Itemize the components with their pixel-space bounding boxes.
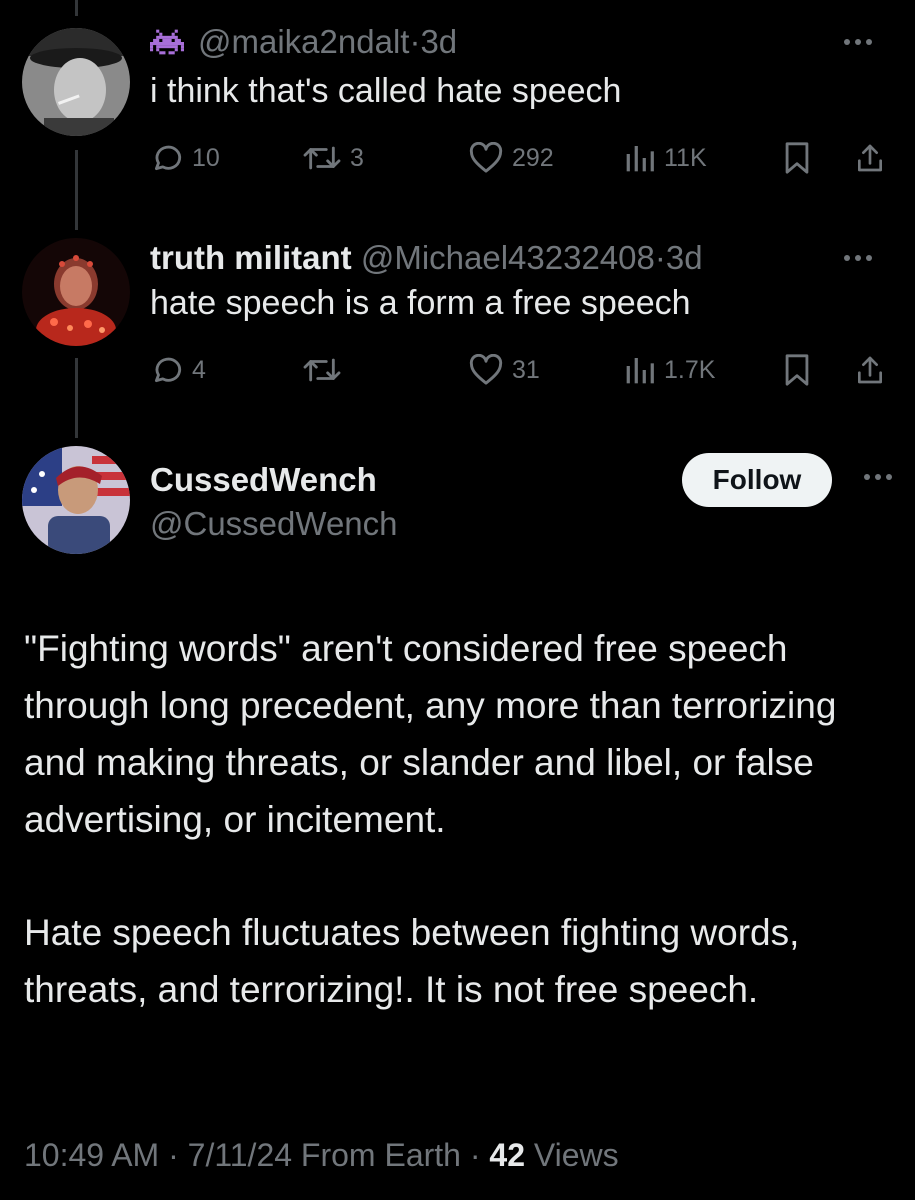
share-icon bbox=[858, 144, 882, 172]
reply-post-1[interactable]: @maika2ndalt·3d i think that's called ha… bbox=[150, 22, 895, 112]
reply-1-handle[interactable]: @maika2ndalt bbox=[198, 23, 409, 60]
separator: · bbox=[168, 1137, 179, 1173]
more-options-button[interactable] bbox=[863, 462, 893, 497]
bookmark-button[interactable] bbox=[782, 350, 812, 390]
reply-button[interactable]: 4 bbox=[150, 350, 206, 390]
like-count: 292 bbox=[512, 143, 554, 172]
follow-button[interactable]: Follow bbox=[682, 453, 832, 507]
more-options-button[interactable] bbox=[843, 22, 873, 62]
reply-button[interactable]: 10 bbox=[150, 138, 220, 178]
views-count: 1.7K bbox=[664, 355, 716, 384]
avatar-truth-militant[interactable] bbox=[22, 238, 130, 346]
reply-count: 10 bbox=[192, 143, 220, 172]
views-count: 11K bbox=[664, 143, 707, 172]
post-time[interactable]: 10:49 AM bbox=[24, 1137, 159, 1173]
more-dots-icon bbox=[864, 474, 892, 480]
bookmark-icon bbox=[785, 142, 809, 174]
share-icon bbox=[858, 356, 882, 384]
views-button[interactable]: 11K bbox=[624, 138, 707, 178]
repost-arrows-icon bbox=[303, 146, 341, 170]
reply-2-handle[interactable]: @Michael43232408 bbox=[361, 239, 655, 276]
like-button[interactable]: 31 bbox=[468, 350, 540, 390]
reply-1-time[interactable]: 3d bbox=[420, 23, 457, 60]
bar-chart-icon bbox=[626, 146, 654, 172]
like-count: 31 bbox=[512, 355, 540, 384]
reply-2-actions: 4 31 1.7K bbox=[150, 350, 895, 390]
more-dots-icon bbox=[844, 39, 872, 45]
more-dots-icon bbox=[844, 255, 872, 261]
alien-emoji-icon bbox=[150, 26, 184, 66]
repost-arrows-icon bbox=[303, 358, 341, 382]
reply-post-2[interactable]: truth militant @Michael43232408·3d hate … bbox=[150, 238, 895, 324]
post-source: From Earth bbox=[300, 1137, 461, 1173]
reply-1-text: i think that's called hate speech bbox=[150, 72, 622, 110]
like-button[interactable]: 292 bbox=[468, 138, 554, 178]
share-button[interactable] bbox=[854, 350, 886, 390]
post-views-label[interactable]: Views bbox=[534, 1137, 619, 1173]
bookmark-icon bbox=[785, 354, 809, 386]
post-views-count[interactable]: 42 bbox=[489, 1137, 525, 1173]
main-post-handle[interactable]: @CussedWench bbox=[150, 502, 398, 546]
separator: · bbox=[469, 1137, 481, 1173]
reply-2-text: hate speech is a form a free speech bbox=[150, 284, 691, 322]
bar-chart-icon bbox=[626, 358, 654, 384]
main-post-meta: 10:49 AM · 7/11/24 From Earth · 42 Views bbox=[24, 1133, 619, 1177]
avatar-cussedwench[interactable] bbox=[22, 446, 130, 554]
thread-line-top bbox=[75, 0, 78, 16]
main-post-paragraph-2: Hate speech fluctuates between fighting … bbox=[24, 912, 800, 1010]
post-date[interactable]: 7/11/24 bbox=[188, 1137, 292, 1173]
more-options-button[interactable] bbox=[843, 238, 873, 278]
separator: · bbox=[654, 239, 666, 276]
main-post-display-name[interactable]: CussedWench bbox=[150, 458, 398, 502]
heart-icon bbox=[469, 142, 503, 173]
speech-bubble-icon bbox=[154, 145, 182, 171]
reply-2-display-name[interactable]: truth militant bbox=[150, 239, 352, 276]
repost-count: 3 bbox=[350, 143, 364, 172]
thread-line-2 bbox=[75, 358, 78, 438]
main-post-paragraph-1: "Fighting words" aren't considered free … bbox=[24, 628, 837, 840]
avatar-maika2ndalt[interactable] bbox=[22, 28, 130, 136]
thread-line-1 bbox=[75, 150, 78, 230]
main-post-header: CussedWench @CussedWench bbox=[150, 458, 398, 546]
repost-button[interactable] bbox=[302, 350, 350, 390]
reply-1-header: @maika2ndalt·3d bbox=[150, 22, 895, 66]
reply-2-time[interactable]: 3d bbox=[666, 239, 703, 276]
reply-count: 4 bbox=[192, 355, 206, 384]
bookmark-button[interactable] bbox=[782, 138, 812, 178]
share-button[interactable] bbox=[854, 138, 886, 178]
speech-bubble-icon bbox=[154, 357, 182, 383]
views-button[interactable]: 1.7K bbox=[624, 350, 715, 390]
heart-icon bbox=[469, 354, 503, 385]
reply-2-header: truth militant @Michael43232408·3d bbox=[150, 238, 895, 278]
separator: · bbox=[409, 23, 421, 60]
repost-button[interactable]: 3 bbox=[302, 138, 364, 178]
reply-1-actions: 10 3 292 11K bbox=[150, 138, 895, 178]
